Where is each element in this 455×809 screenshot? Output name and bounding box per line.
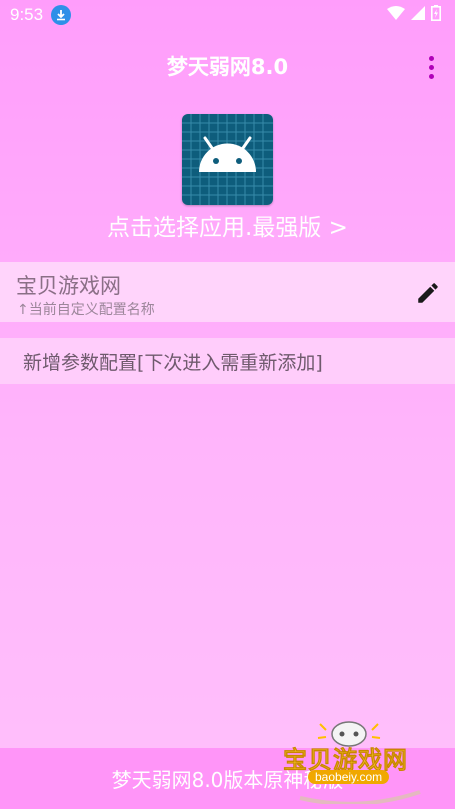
wifi-icon [387, 5, 405, 25]
add-config-button[interactable]: 新增参数配置[下次进入需重新添加] [0, 338, 455, 384]
watermark: 宝贝游戏网 baobeiy.com [280, 712, 440, 804]
watermark-url: baobeiy.com [308, 770, 390, 784]
select-app-link[interactable]: 点击选择应用.最强版 > [0, 208, 455, 242]
config-name-hint: ↑当前自定义配置名称 [17, 302, 155, 318]
status-bar: 9:53 [0, 0, 455, 30]
status-left: 9:53 [10, 5, 72, 25]
battery-icon [431, 4, 441, 26]
edit-pencil-icon[interactable] [415, 280, 441, 306]
config-card[interactable]: 宝贝游戏网 ↑当前自定义配置名称 [0, 262, 455, 322]
download-icon [51, 5, 72, 25]
page-title: 梦天弱网8.0 [166, 55, 289, 79]
config-name: 宝贝游戏网 [16, 274, 121, 298]
more-menu-icon[interactable] [427, 56, 435, 79]
signal-icon [411, 5, 425, 25]
app-bar: 梦天弱网8.0 [0, 30, 455, 102]
android-app-icon[interactable] [182, 114, 273, 205]
status-right [387, 4, 441, 26]
status-time: 9:53 [10, 5, 44, 24]
add-config-label: 新增参数配置[下次进入需重新添加] [23, 351, 323, 374]
